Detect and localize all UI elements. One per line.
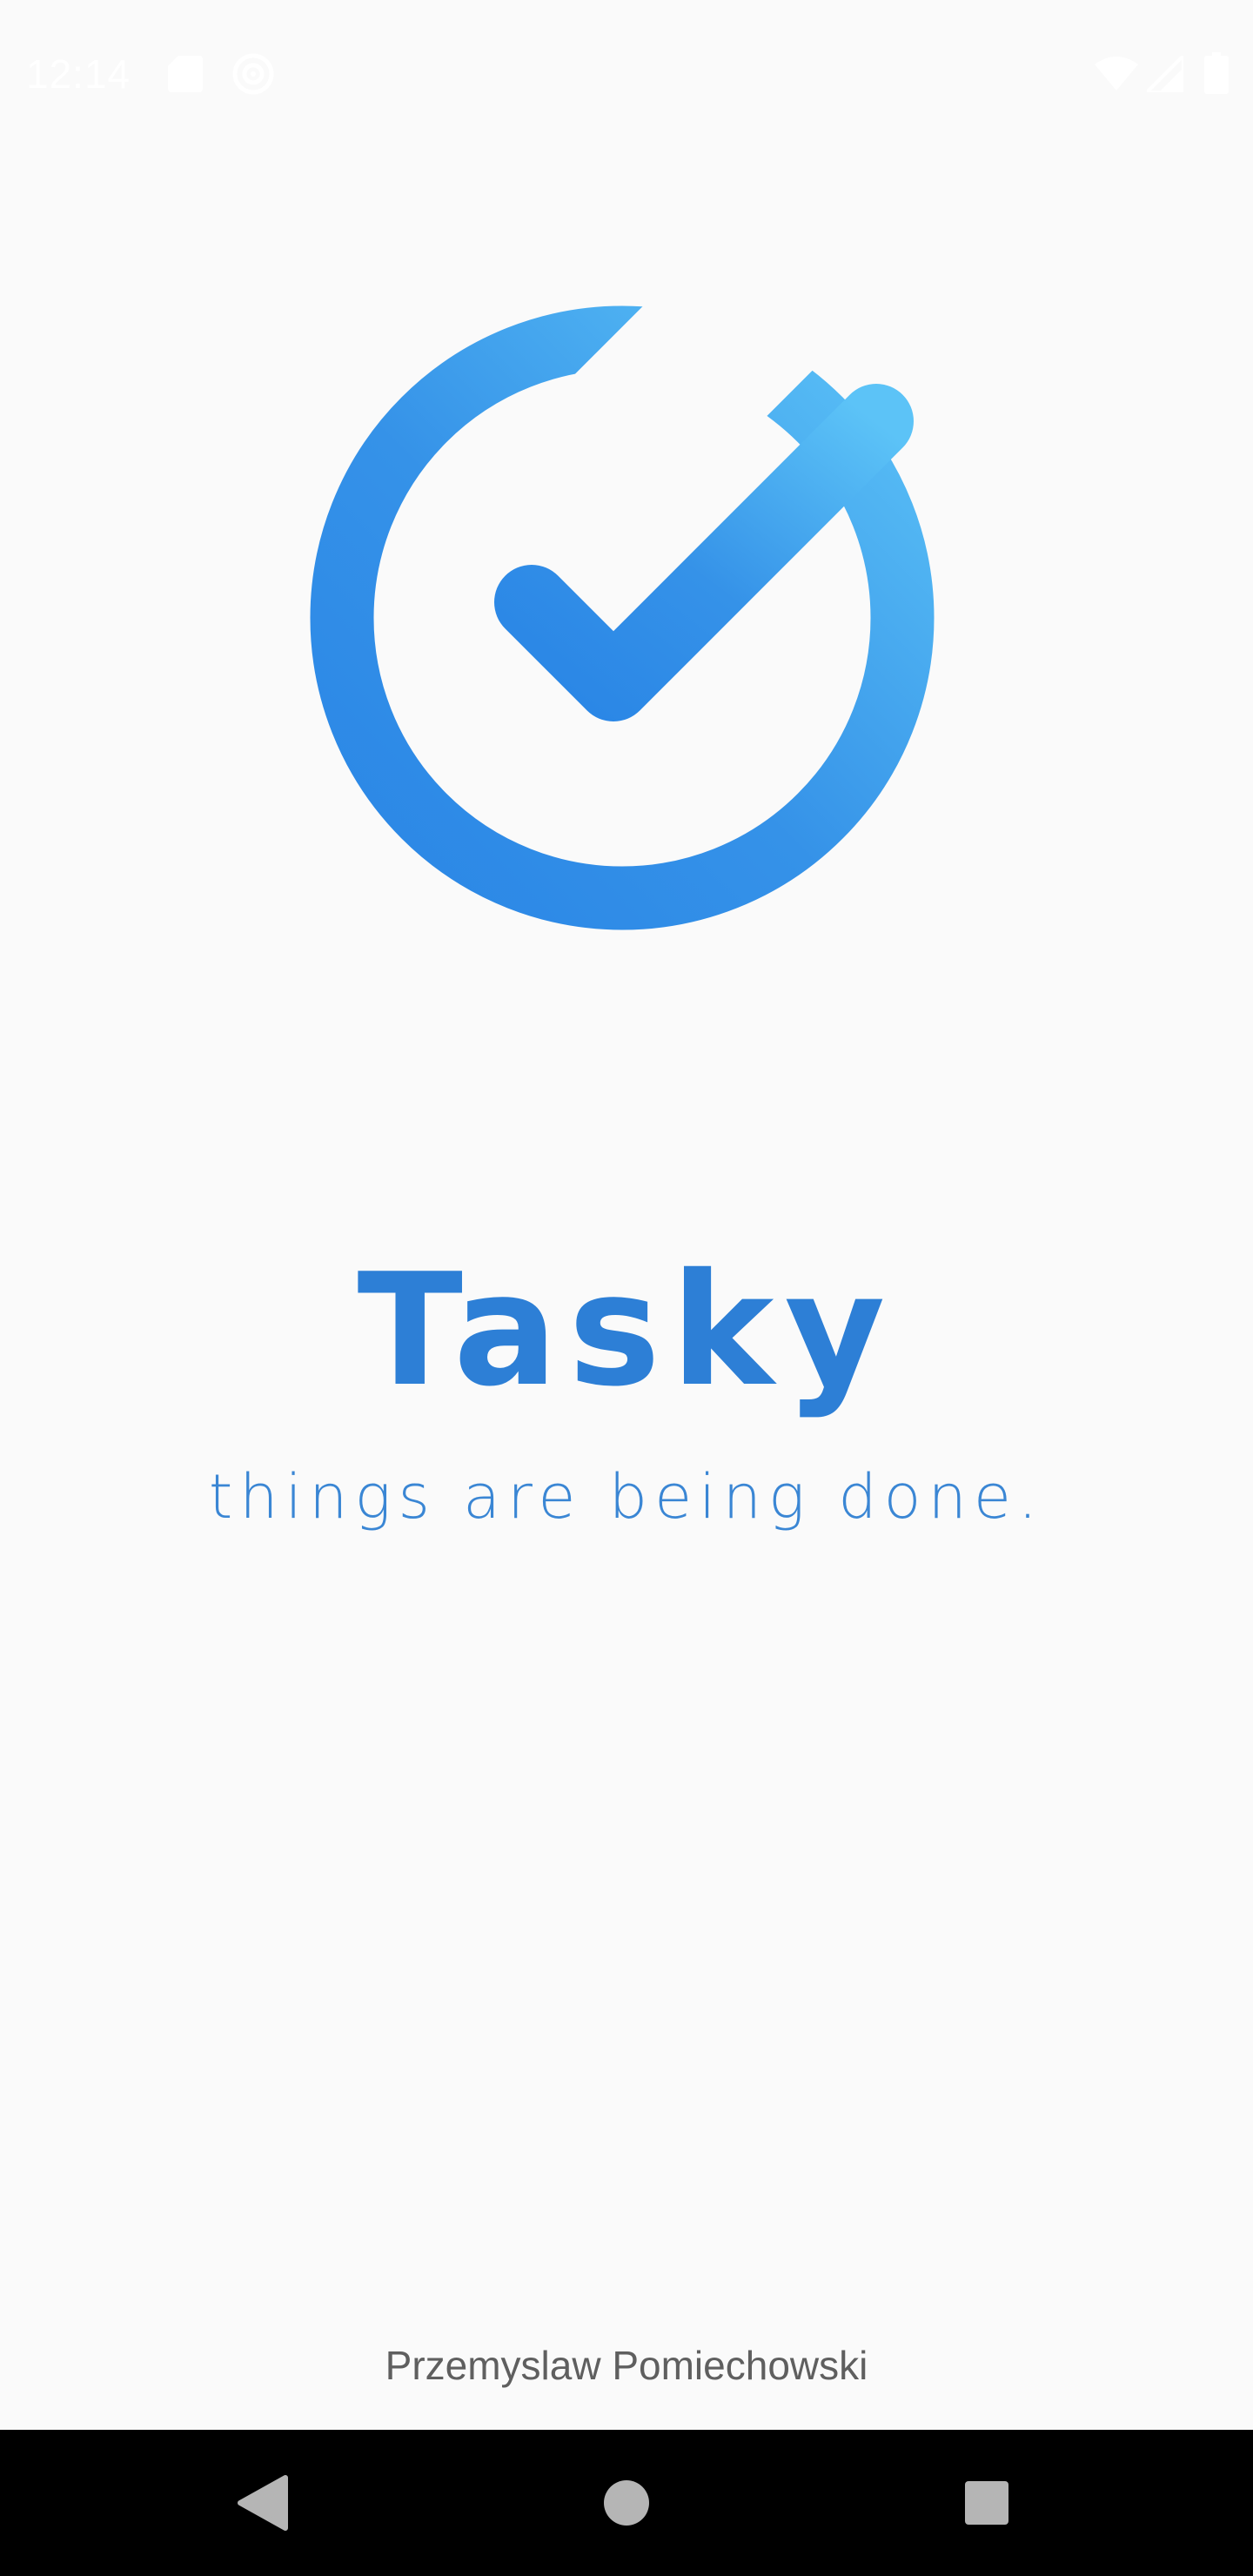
nav-recents-button[interactable] (917, 2430, 1056, 2576)
sync-icon (231, 52, 275, 99)
nav-back-button[interactable] (193, 2430, 332, 2576)
sd-card-icon (168, 54, 203, 96)
battery-icon (1204, 52, 1229, 97)
author-credit: Przemyslaw Pomiechowski (385, 2343, 868, 2388)
status-bar: 12:14 (0, 0, 1253, 148)
status-time: 12:14 (26, 51, 131, 97)
app-logo (309, 305, 935, 931)
home-icon (604, 2480, 649, 2526)
check-circle-logo-icon (310, 305, 935, 930)
wifi-icon (1095, 56, 1138, 94)
app-tagline: things are being done. (208, 1461, 1045, 1533)
nav-home-button[interactable] (557, 2430, 696, 2576)
cell-signal-icon (1142, 51, 1185, 96)
navigation-bar (0, 2430, 1253, 2576)
app-title: Tasky (357, 1240, 896, 1420)
recents-icon (965, 2481, 1008, 2525)
back-icon (238, 2475, 288, 2531)
